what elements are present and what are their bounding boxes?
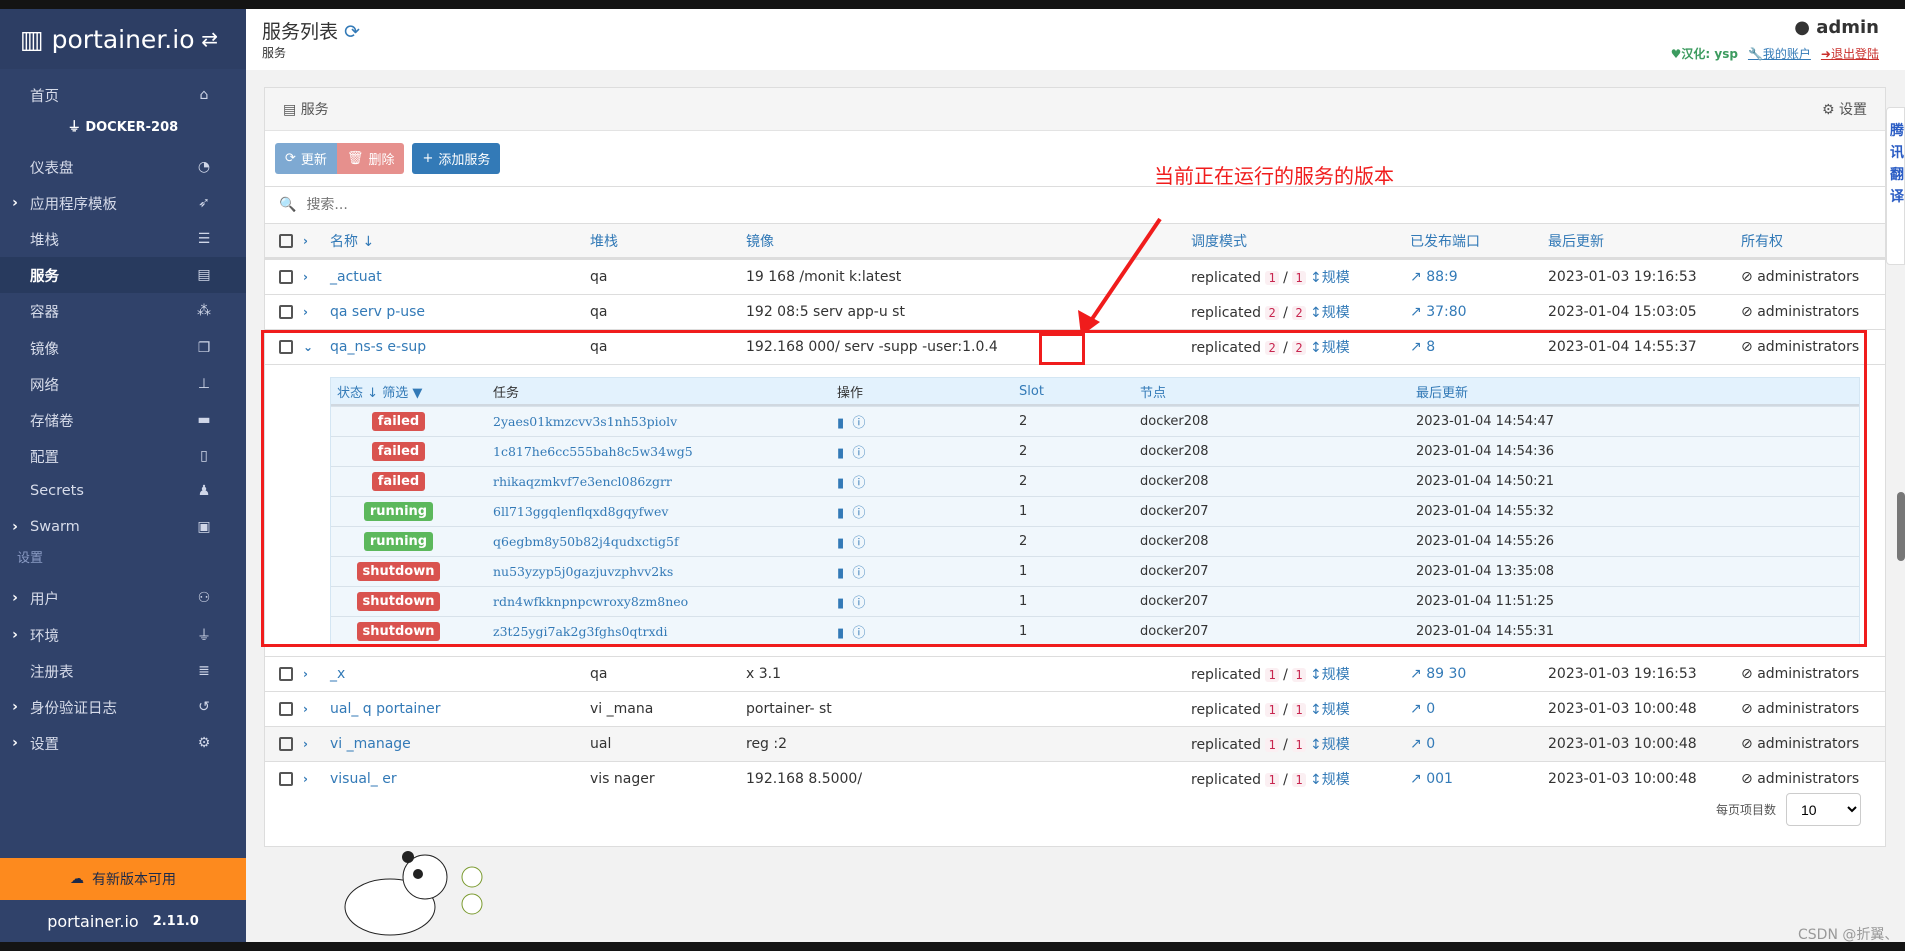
window-bottom-bar	[0, 942, 1905, 951]
watermark: CSDN @折翼、	[1798, 927, 1899, 943]
annotation-arrow	[1078, 217, 1162, 336]
translate-widget[interactable]: 腾讯翻译	[1886, 107, 1905, 265]
panda-sticker	[344, 851, 483, 936]
scrollbar[interactable]	[1897, 492, 1905, 561]
